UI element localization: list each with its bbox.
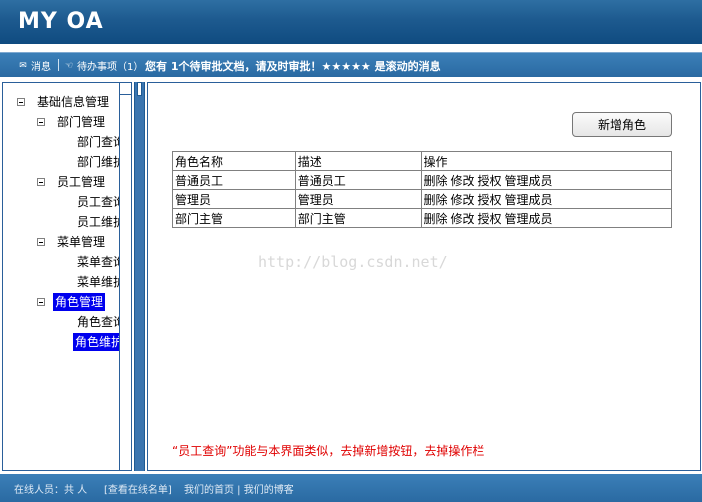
splitter-handle[interactable]: [137, 82, 142, 96]
role-name-cell: 部门主管: [172, 208, 296, 228]
role-desc-cell: 管理员: [294, 189, 422, 209]
tree-scrollbar[interactable]: [119, 83, 131, 470]
main-panel: 新增角色 角色名称 描述 操作 普通员工 普通员工 删除 修改 授权 管理成员 管理员…: [147, 82, 701, 471]
scrolling-message: 您有 1个待审批文档，请及时审批！★★★★★ 是滚动的消息: [145, 60, 441, 73]
table-row: 管理员 管理员 删除 修改 授权 管理成员: [172, 189, 672, 209]
role-name-cell: 普通员工: [172, 170, 296, 190]
delete-link[interactable]: 删除: [424, 212, 448, 226]
app-header: MY OA: [0, 0, 702, 44]
pane-splitter[interactable]: [134, 82, 145, 471]
tree-group-label: 角色管理: [53, 293, 106, 311]
actions-cell: 删除 修改 授权 管理成员: [420, 208, 672, 228]
column-header: 描述: [294, 151, 422, 171]
add-role-button[interactable]: 新增角色: [572, 112, 672, 137]
edit-link[interactable]: 修改: [451, 212, 475, 226]
messages-label: 消息: [31, 62, 51, 73]
app-logo: MY OA: [18, 9, 104, 34]
delete-link[interactable]: 删除: [424, 174, 448, 188]
scroll-up-arrow[interactable]: [119, 83, 131, 95]
messages-link[interactable]: ✉ 消息: [18, 58, 51, 74]
role-desc-cell: 普通员工: [294, 170, 422, 190]
nav-tree: 基础信息管理 部门管理 部门查询 部门维护 员工管理 员工查询 员工维护 菜单管…: [2, 82, 132, 471]
table-row: 部门主管 部门主管 删除 修改 授权 管理成员: [172, 208, 672, 228]
role-desc-cell: 部门主管: [294, 208, 422, 228]
column-header: 角色名称: [172, 151, 296, 171]
collapse-icon[interactable]: [17, 98, 25, 106]
edit-link[interactable]: 修改: [451, 193, 475, 207]
authorize-link[interactable]: 授权: [478, 212, 502, 226]
manage-members-link[interactable]: 管理成员: [505, 193, 553, 207]
watermark: http://blog.csdn.net/: [258, 253, 448, 271]
authorize-link[interactable]: 授权: [478, 193, 502, 207]
manage-members-link[interactable]: 管理成员: [505, 212, 553, 226]
edit-link[interactable]: 修改: [451, 174, 475, 188]
column-header: 操作: [420, 151, 672, 171]
online-users-text: 在线人员：共 人: [14, 485, 88, 496]
manage-members-link[interactable]: 管理成员: [505, 174, 553, 188]
roles-table: 角色名称 描述 操作 普通员工 普通员工 删除 修改 授权 管理成员 管理员 管理员 …: [172, 151, 672, 228]
hand-icon: ☜: [64, 60, 74, 71]
table-header-row: 角色名称 描述 操作: [172, 151, 672, 171]
todo-link[interactable]: ☜ 待办事项（1）: [64, 58, 144, 74]
tree-group-label: 员工管理: [57, 175, 106, 189]
role-name-cell: 管理员: [172, 189, 296, 209]
actions-cell: 删除 修改 授权 管理成员: [420, 170, 672, 190]
view-online-link[interactable]: [查看在线名单]: [104, 481, 172, 496]
divider: [58, 59, 59, 71]
tree-group-label: 菜单管理: [57, 235, 106, 249]
message-bar: ✉ 消息 ☜ 待办事项（1） 您有 1个待审批文档，请及时审批！★★★★★ 是滚…: [0, 52, 702, 77]
table-row: 普通员工 普通员工 删除 修改 授权 管理成员: [172, 170, 672, 190]
tree-group-label: 部门管理: [57, 115, 106, 129]
collapse-icon[interactable]: [37, 298, 45, 306]
actions-cell: 删除 修改 授权 管理成员: [420, 189, 672, 209]
collapse-icon[interactable]: [37, 238, 45, 246]
collapse-icon[interactable]: [37, 118, 45, 126]
tree-item-label: 角色维护: [73, 333, 126, 351]
tree-root-label: 基础信息管理: [37, 95, 110, 109]
authorize-link[interactable]: 授权: [478, 174, 502, 188]
delete-link[interactable]: 删除: [424, 193, 448, 207]
todo-label: 待办事项（1）: [77, 62, 144, 73]
status-footer: 在线人员：共 人 [查看在线名单] 我们的首页 | 我们的博客: [0, 474, 702, 502]
home-blog-links[interactable]: 我们的首页 | 我们的博客: [184, 481, 294, 496]
note-text: “员工查询”功能与本界面类似，去掉新增按钮，去掉操作栏: [172, 444, 485, 458]
message-icon: ✉: [19, 60, 27, 71]
collapse-icon[interactable]: [37, 178, 45, 186]
